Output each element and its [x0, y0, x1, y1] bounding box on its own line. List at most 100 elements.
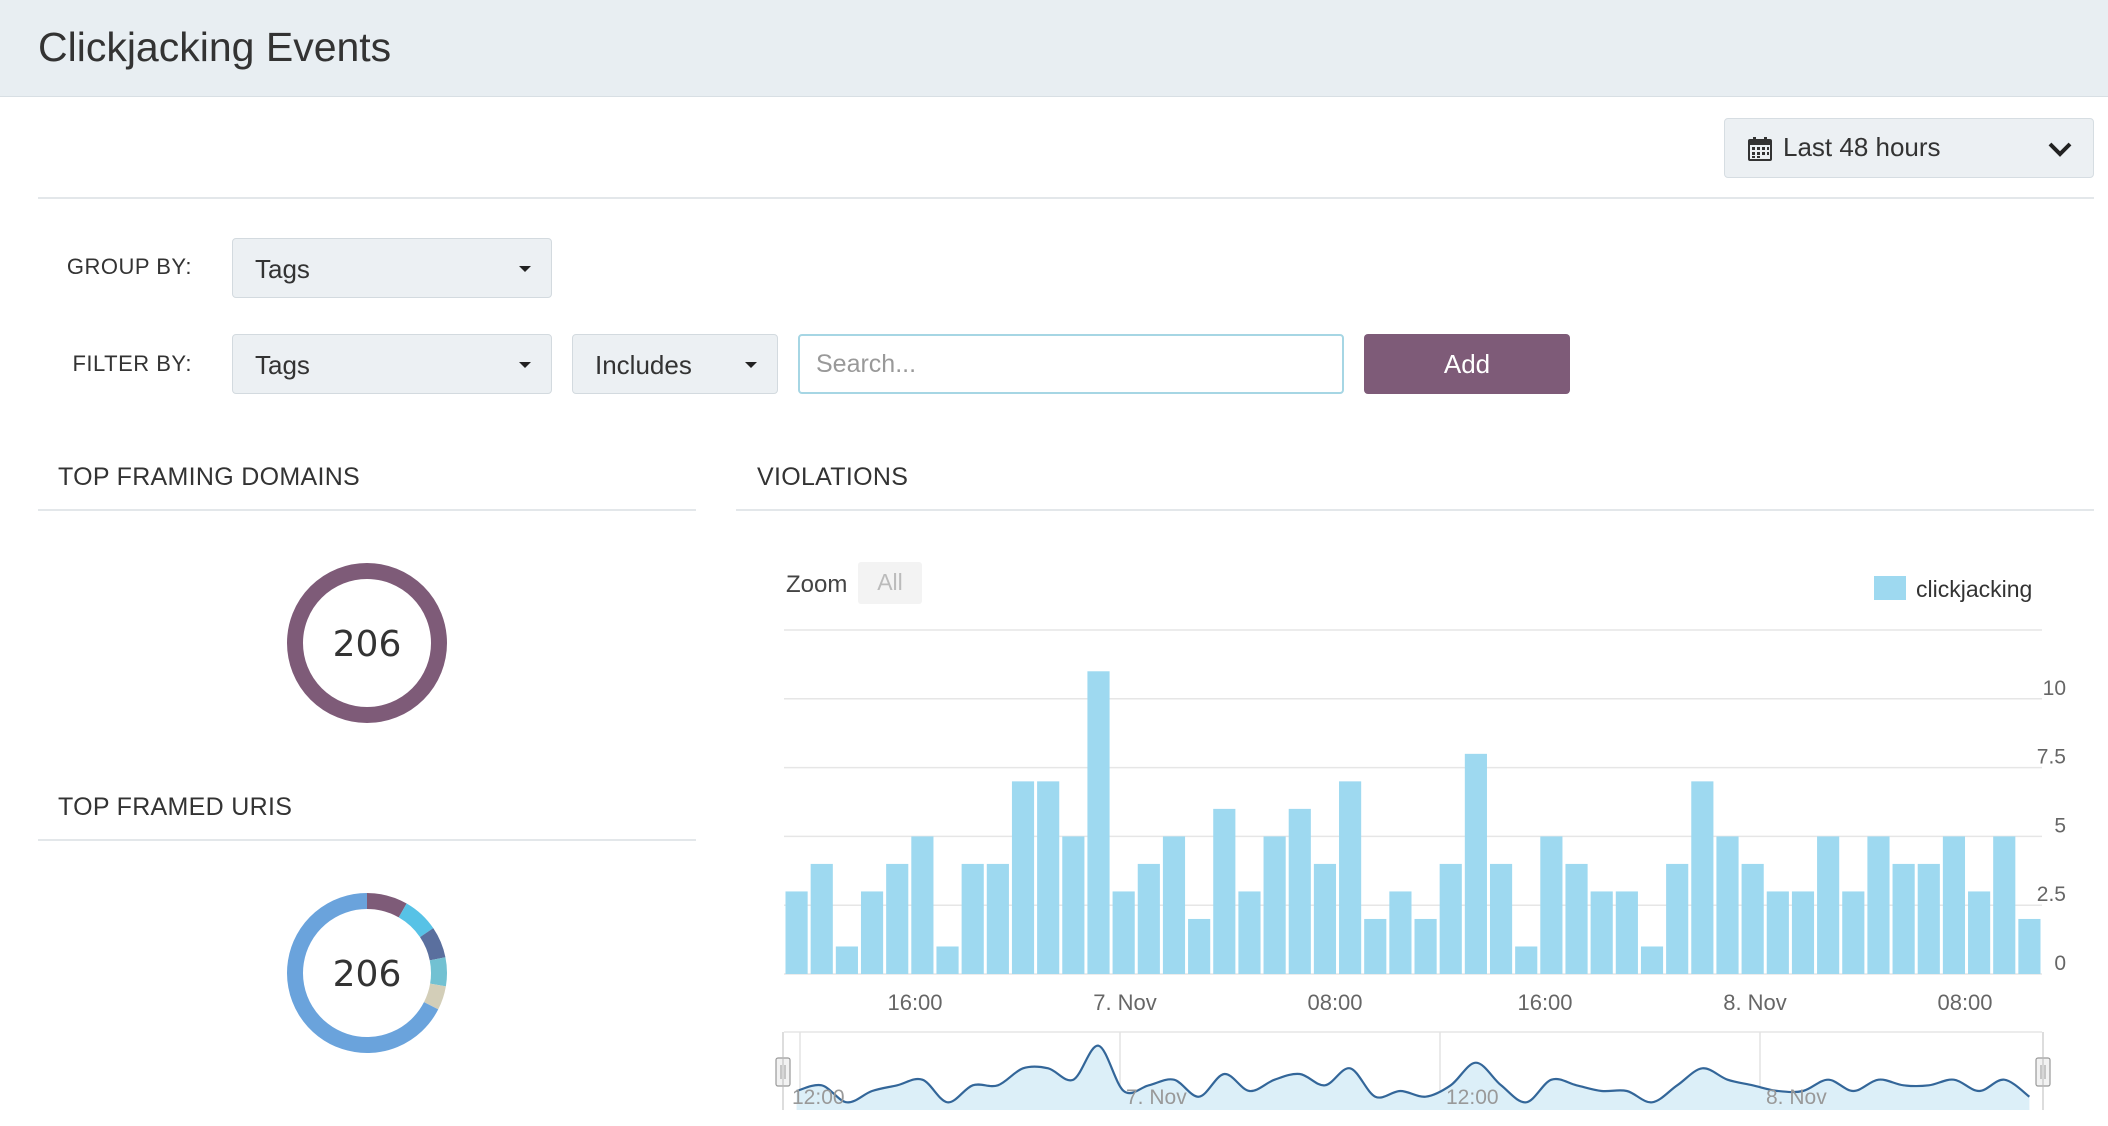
legend-clickjacking[interactable]: clickjacking	[1916, 576, 2032, 602]
header-divider	[38, 197, 2094, 199]
bar-clickjacking[interactable]	[1741, 863, 1764, 974]
bar-clickjacking[interactable]	[911, 836, 934, 974]
add-filter-button[interactable]: Add	[1364, 334, 1570, 394]
bar-clickjacking[interactable]	[1817, 836, 1840, 974]
navigator-label: 12:00	[1446, 1086, 1499, 1109]
zoom-label: Zoom	[786, 571, 847, 598]
bar-clickjacking[interactable]	[1464, 753, 1487, 974]
navigator-label: 7. Nov	[1126, 1086, 1187, 1109]
bar-clickjacking[interactable]	[1917, 863, 1940, 974]
x-tick-label: 16:00	[1517, 990, 1572, 1015]
violations-divider	[736, 509, 2094, 511]
navigator-label: 12:00	[792, 1086, 845, 1109]
bar-clickjacking[interactable]	[1087, 671, 1110, 974]
bar-clickjacking[interactable]	[1942, 836, 1966, 974]
bar-clickjacking[interactable]	[1213, 808, 1236, 974]
bar-clickjacking[interactable]	[1162, 836, 1186, 974]
framed-uris-slice-4[interactable]	[423, 983, 446, 1010]
framed-uris-slice-3[interactable]	[429, 957, 447, 987]
violations-chart: Zoom All clickjacking 0 2.5 5 7.5 10 16:00 7.…	[775, 562, 2066, 1110]
bar-clickjacking[interactable]	[1691, 781, 1714, 974]
bar-clickjacking[interactable]	[1238, 891, 1261, 974]
x-tick-label: 08:00	[1937, 990, 1992, 1015]
bar-clickjacking[interactable]	[1590, 891, 1613, 974]
bar-clickjacking[interactable]	[860, 891, 884, 974]
framed-uris-slice-2[interactable]	[419, 928, 446, 961]
filter-operator-select[interactable]: Includes	[572, 334, 778, 394]
bar-clickjacking[interactable]	[1364, 918, 1387, 974]
y-tick-label: 2.5	[2037, 883, 2066, 906]
navigator-label: 8. Nov	[1766, 1086, 1827, 1109]
framing-domains-donut: 206	[287, 563, 447, 723]
bar-clickjacking[interactable]	[1414, 918, 1437, 974]
bar-clickjacking[interactable]	[1565, 863, 1588, 974]
y-tick-label: 7.5	[2037, 746, 2066, 769]
group-by-select[interactable]: Tags	[232, 238, 552, 298]
time-range-label: Last 48 hours	[1783, 132, 1941, 162]
bar-clickjacking[interactable]	[1137, 863, 1160, 974]
violations-title: VIOLATIONS	[757, 463, 909, 491]
bar-clickjacking[interactable]	[1489, 863, 1513, 974]
page-header: Clickjacking Events	[0, 0, 2108, 97]
framing-domains-title: TOP FRAMING DOMAINS	[58, 463, 361, 491]
zoom-all-label: All	[877, 569, 903, 595]
bar-clickjacking[interactable]	[886, 863, 909, 974]
bar-clickjacking[interactable]	[1791, 891, 1815, 974]
bar-clickjacking[interactable]	[1515, 946, 1538, 974]
bar-clickjacking[interactable]	[1993, 836, 2016, 974]
y-tick-label: 10	[2043, 677, 2066, 700]
bar-clickjacking[interactable]	[986, 863, 1009, 974]
bar-clickjacking[interactable]	[1339, 781, 1362, 974]
bar-clickjacking[interactable]	[1615, 891, 1638, 974]
bar-clickjacking[interactable]	[785, 891, 808, 974]
bar-clickjacking[interactable]	[1112, 891, 1135, 974]
y-tick-label: 5	[2054, 814, 2066, 837]
bar-clickjacking[interactable]	[1313, 863, 1337, 974]
framing-domains-divider	[38, 509, 696, 511]
time-range-dropdown[interactable]: Last 48 hours	[1724, 118, 2094, 178]
x-tick-label: 16:00	[887, 990, 942, 1015]
bar-clickjacking[interactable]	[1389, 891, 1412, 974]
bar-clickjacking[interactable]	[1037, 781, 1060, 974]
bar-clickjacking[interactable]	[1188, 918, 1211, 974]
caret-down-icon	[519, 266, 531, 272]
bar-clickjacking[interactable]	[1640, 946, 1664, 974]
y-tick-label: 0	[2054, 952, 2066, 975]
bar-clickjacking[interactable]	[961, 863, 984, 974]
legend-swatch	[1874, 576, 1906, 600]
filter-by-label: FILTER BY:	[72, 351, 192, 376]
bar-clickjacking[interactable]	[1842, 891, 1865, 974]
bar-clickjacking[interactable]	[1439, 863, 1462, 974]
caret-down-icon	[519, 362, 531, 368]
bar-clickjacking[interactable]	[1716, 836, 1739, 974]
framing-domains-total: 206	[333, 624, 402, 665]
filter-field-select[interactable]: Tags	[232, 334, 552, 394]
framed-uris-donut: 206	[287, 893, 447, 1053]
bar-clickjacking[interactable]	[2018, 918, 2041, 974]
search-input[interactable]	[798, 334, 1344, 394]
group-by-value: Tags	[255, 254, 310, 284]
framed-uris-title: TOP FRAMED URIS	[58, 793, 293, 821]
bar-clickjacking[interactable]	[1892, 863, 1915, 974]
filter-field-value: Tags	[255, 350, 310, 380]
bar-clickjacking[interactable]	[1540, 836, 1563, 974]
bar-clickjacking[interactable]	[1062, 836, 1085, 974]
bar-clickjacking[interactable]	[810, 863, 833, 974]
page-title: Clickjacking Events	[38, 24, 392, 70]
bar-clickjacking[interactable]	[1968, 891, 1991, 974]
framed-uris-slice-0[interactable]	[366, 893, 407, 918]
x-tick-label: 8. Nov	[1723, 990, 1787, 1015]
x-tick-label: 7. Nov	[1093, 990, 1157, 1015]
framed-uris-slice-1[interactable]	[398, 903, 434, 938]
calendar-icon	[1748, 137, 1772, 161]
bar-clickjacking[interactable]	[1011, 781, 1035, 974]
bar-clickjacking[interactable]	[835, 946, 858, 974]
bar-clickjacking[interactable]	[1288, 808, 1311, 974]
bar-clickjacking[interactable]	[1666, 863, 1689, 974]
chevron-down-icon	[2048, 142, 2072, 157]
bar-clickjacking[interactable]	[1766, 891, 1789, 974]
bar-clickjacking[interactable]	[1867, 836, 1890, 974]
x-tick-label: 08:00	[1307, 990, 1362, 1015]
bar-clickjacking[interactable]	[936, 946, 959, 974]
bar-clickjacking[interactable]	[1263, 836, 1286, 974]
